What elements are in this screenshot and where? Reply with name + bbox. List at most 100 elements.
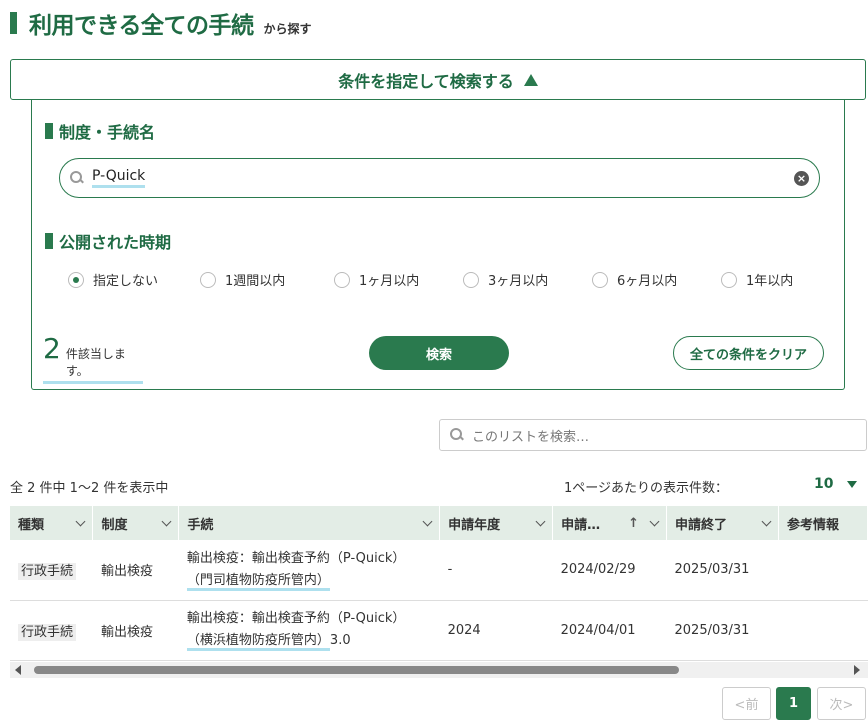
search-icon: [70, 171, 84, 185]
period-section-heading: 公開された時期: [45, 229, 171, 253]
scroll-right-icon[interactable]: [854, 665, 860, 675]
pagination-next-button[interactable]: 次>: [817, 687, 866, 720]
results-table: 種類 制度 手続 申請年度 申請… ↑ 申請終了 参考情報 行政手続 輸出検疫 輸…: [10, 506, 868, 661]
column-header-kind[interactable]: 種類: [10, 506, 94, 540]
radio-unchecked-icon[interactable]: [463, 271, 479, 288]
title-bar-decoration: [10, 12, 17, 34]
radio-unchecked-icon[interactable]: [592, 271, 608, 288]
column-header-start[interactable]: 申請… ↑: [552, 506, 668, 540]
cell-end: 2025/03/31: [666, 600, 779, 661]
column-header-procedure[interactable]: 手続: [178, 506, 441, 540]
radio-checked-icon[interactable]: [68, 271, 84, 288]
horizontal-scrollbar[interactable]: [10, 662, 868, 678]
clear-conditions-button[interactable]: 全ての条件をクリア: [673, 336, 824, 370]
column-header-system[interactable]: 制度: [92, 506, 180, 540]
scrollbar-thumb[interactable]: [34, 666, 679, 674]
radio-unchecked-icon[interactable]: [721, 271, 737, 288]
chevron-down-icon[interactable]: [649, 516, 660, 526]
column-header-end[interactable]: 申請終了: [666, 506, 779, 540]
chevron-down-icon[interactable]: [761, 516, 772, 526]
page-title-text: 利用できる全ての手続: [29, 13, 254, 39]
cell-system: 輸出検疫: [92, 600, 179, 661]
hit-count: 2 件該当します。: [43, 334, 143, 384]
period-option-label: 1年以内: [746, 274, 794, 289]
name-search-input[interactable]: P-Quick ×: [59, 158, 820, 198]
cell-fiscal-year: -: [439, 540, 553, 601]
pagination-prev-button[interactable]: <前: [722, 687, 771, 720]
table-header-row: 種類 制度 手続 申請年度 申請… ↑ 申請終了 参考情報: [10, 506, 868, 540]
period-option-label: 1ヶ月以内: [359, 274, 420, 289]
column-header-fiscal-year[interactable]: 申請年度: [439, 506, 554, 540]
column-header-reference[interactable]: 参考情報: [778, 506, 868, 540]
scroll-left-icon[interactable]: [15, 665, 21, 675]
conditions-toggle-label: 条件を指定して検索する: [338, 71, 514, 91]
name-section-title: 制度・手続名: [59, 123, 156, 142]
cell-procedure[interactable]: 輸出検疫：輸出検査予約（P-Quick） （横浜植物防疫所管内）3.0: [178, 600, 440, 661]
hit-count-label: 件該当します。: [65, 347, 126, 378]
name-section-heading: 制度・手続名: [45, 119, 155, 143]
column-header-label: 制度: [101, 517, 128, 533]
period-section-title: 公開された時期: [59, 233, 172, 252]
table-row[interactable]: 行政手続 輸出検疫 輸出検疫：輸出検査予約（P-Quick） （横浜植物防疫所管…: [10, 600, 868, 661]
column-header-label: 種類: [18, 517, 45, 533]
cell-end: 2025/03/31: [666, 540, 779, 601]
list-search-placeholder: このリストを検索…: [472, 429, 590, 445]
section-bar-decoration: [45, 123, 53, 139]
chevron-down-icon: [847, 480, 858, 488]
list-search-input[interactable]: このリストを検索…: [439, 419, 867, 451]
column-header-label: 申請…: [561, 517, 601, 533]
procedure-link-line1[interactable]: 輸出検疫：輸出検査予約（P-Quick）: [187, 608, 432, 630]
cell-start: 2024/02/29: [552, 540, 667, 601]
column-header-label: 手続: [187, 517, 214, 533]
period-option-1week[interactable]: 1週間以内: [200, 270, 334, 289]
kind-badge: 行政手続: [18, 563, 77, 581]
procedure-link-line2[interactable]: （門司植物防疫所管内）: [186, 572, 330, 591]
cell-reference: [778, 600, 868, 661]
period-option-1year[interactable]: 1年以内: [721, 270, 793, 289]
period-option-label: 6ヶ月以内: [617, 274, 678, 289]
column-header-label: 参考情報: [786, 517, 839, 533]
conditions-panel: 制度・手続名 P-Quick × 公開された時期 指定しない 1週間以内 1ヶ月…: [31, 100, 845, 390]
period-option-label: 1週間以内: [225, 274, 286, 289]
table-row[interactable]: 行政手続 輸出検疫 輸出検疫：輸出検査予約（P-Quick） （門司植物防疫所管…: [10, 540, 868, 601]
period-option-6month[interactable]: 6ヶ月以内: [592, 270, 721, 289]
period-radio-group: 指定しない 1週間以内 1ヶ月以内 3ヶ月以内 6ヶ月以内 1年以内: [68, 270, 828, 289]
per-page-select[interactable]: 10: [814, 476, 858, 492]
sort-ascending-icon[interactable]: ↑: [628, 516, 639, 531]
clear-input-icon[interactable]: ×: [794, 170, 809, 186]
column-header-label: 申請年度: [448, 517, 501, 533]
procedure-link-line2[interactable]: （横浜植物防疫所管内）: [186, 633, 330, 651]
search-icon: [450, 428, 464, 442]
procedure-link-line1[interactable]: 輸出検疫：輸出検査予約（P-Quick）: [187, 548, 432, 570]
search-button[interactable]: 検索: [369, 336, 509, 370]
procedure-suffix: 3.0: [329, 633, 351, 648]
cell-procedure[interactable]: 輸出検疫：輸出検査予約（P-Quick） （門司植物防疫所管内）: [178, 540, 440, 601]
cell-kind: 行政手続: [10, 540, 93, 601]
cell-fiscal-year: 2024: [439, 600, 553, 661]
period-option-label: 指定しない: [93, 274, 159, 289]
cell-kind: 行政手続: [10, 600, 93, 661]
hit-count-number: 2: [43, 332, 61, 365]
kind-badge: 行政手続: [18, 623, 77, 641]
period-option-label: 3ヶ月以内: [488, 274, 549, 289]
conditions-toggle-button[interactable]: 条件を指定して検索する: [10, 59, 866, 100]
cell-reference: [778, 540, 868, 601]
period-option-1month[interactable]: 1ヶ月以内: [334, 270, 463, 289]
page-title-subtitle: から探す: [263, 22, 312, 36]
pagination-current-page[interactable]: 1: [776, 687, 811, 720]
period-option-none[interactable]: 指定しない: [68, 270, 200, 289]
page-title: 利用できる全ての手続 から探す: [10, 6, 312, 40]
name-search-value[interactable]: P-Quick: [92, 168, 146, 188]
radio-unchecked-icon[interactable]: [200, 271, 216, 288]
chevron-down-icon[interactable]: [76, 516, 86, 526]
per-page-value: 10: [814, 476, 834, 492]
per-page-label: 1ページあたりの表示件数：: [564, 481, 729, 496]
radio-unchecked-icon[interactable]: [334, 271, 350, 288]
period-option-3month[interactable]: 3ヶ月以内: [463, 270, 592, 289]
chevron-down-icon[interactable]: [535, 516, 546, 526]
chevron-down-icon[interactable]: [161, 516, 172, 526]
cell-start: 2024/04/01: [552, 600, 667, 661]
column-header-label: 申請終了: [675, 517, 728, 533]
cell-system: 輸出検疫: [92, 540, 179, 601]
chevron-down-icon[interactable]: [422, 516, 433, 526]
